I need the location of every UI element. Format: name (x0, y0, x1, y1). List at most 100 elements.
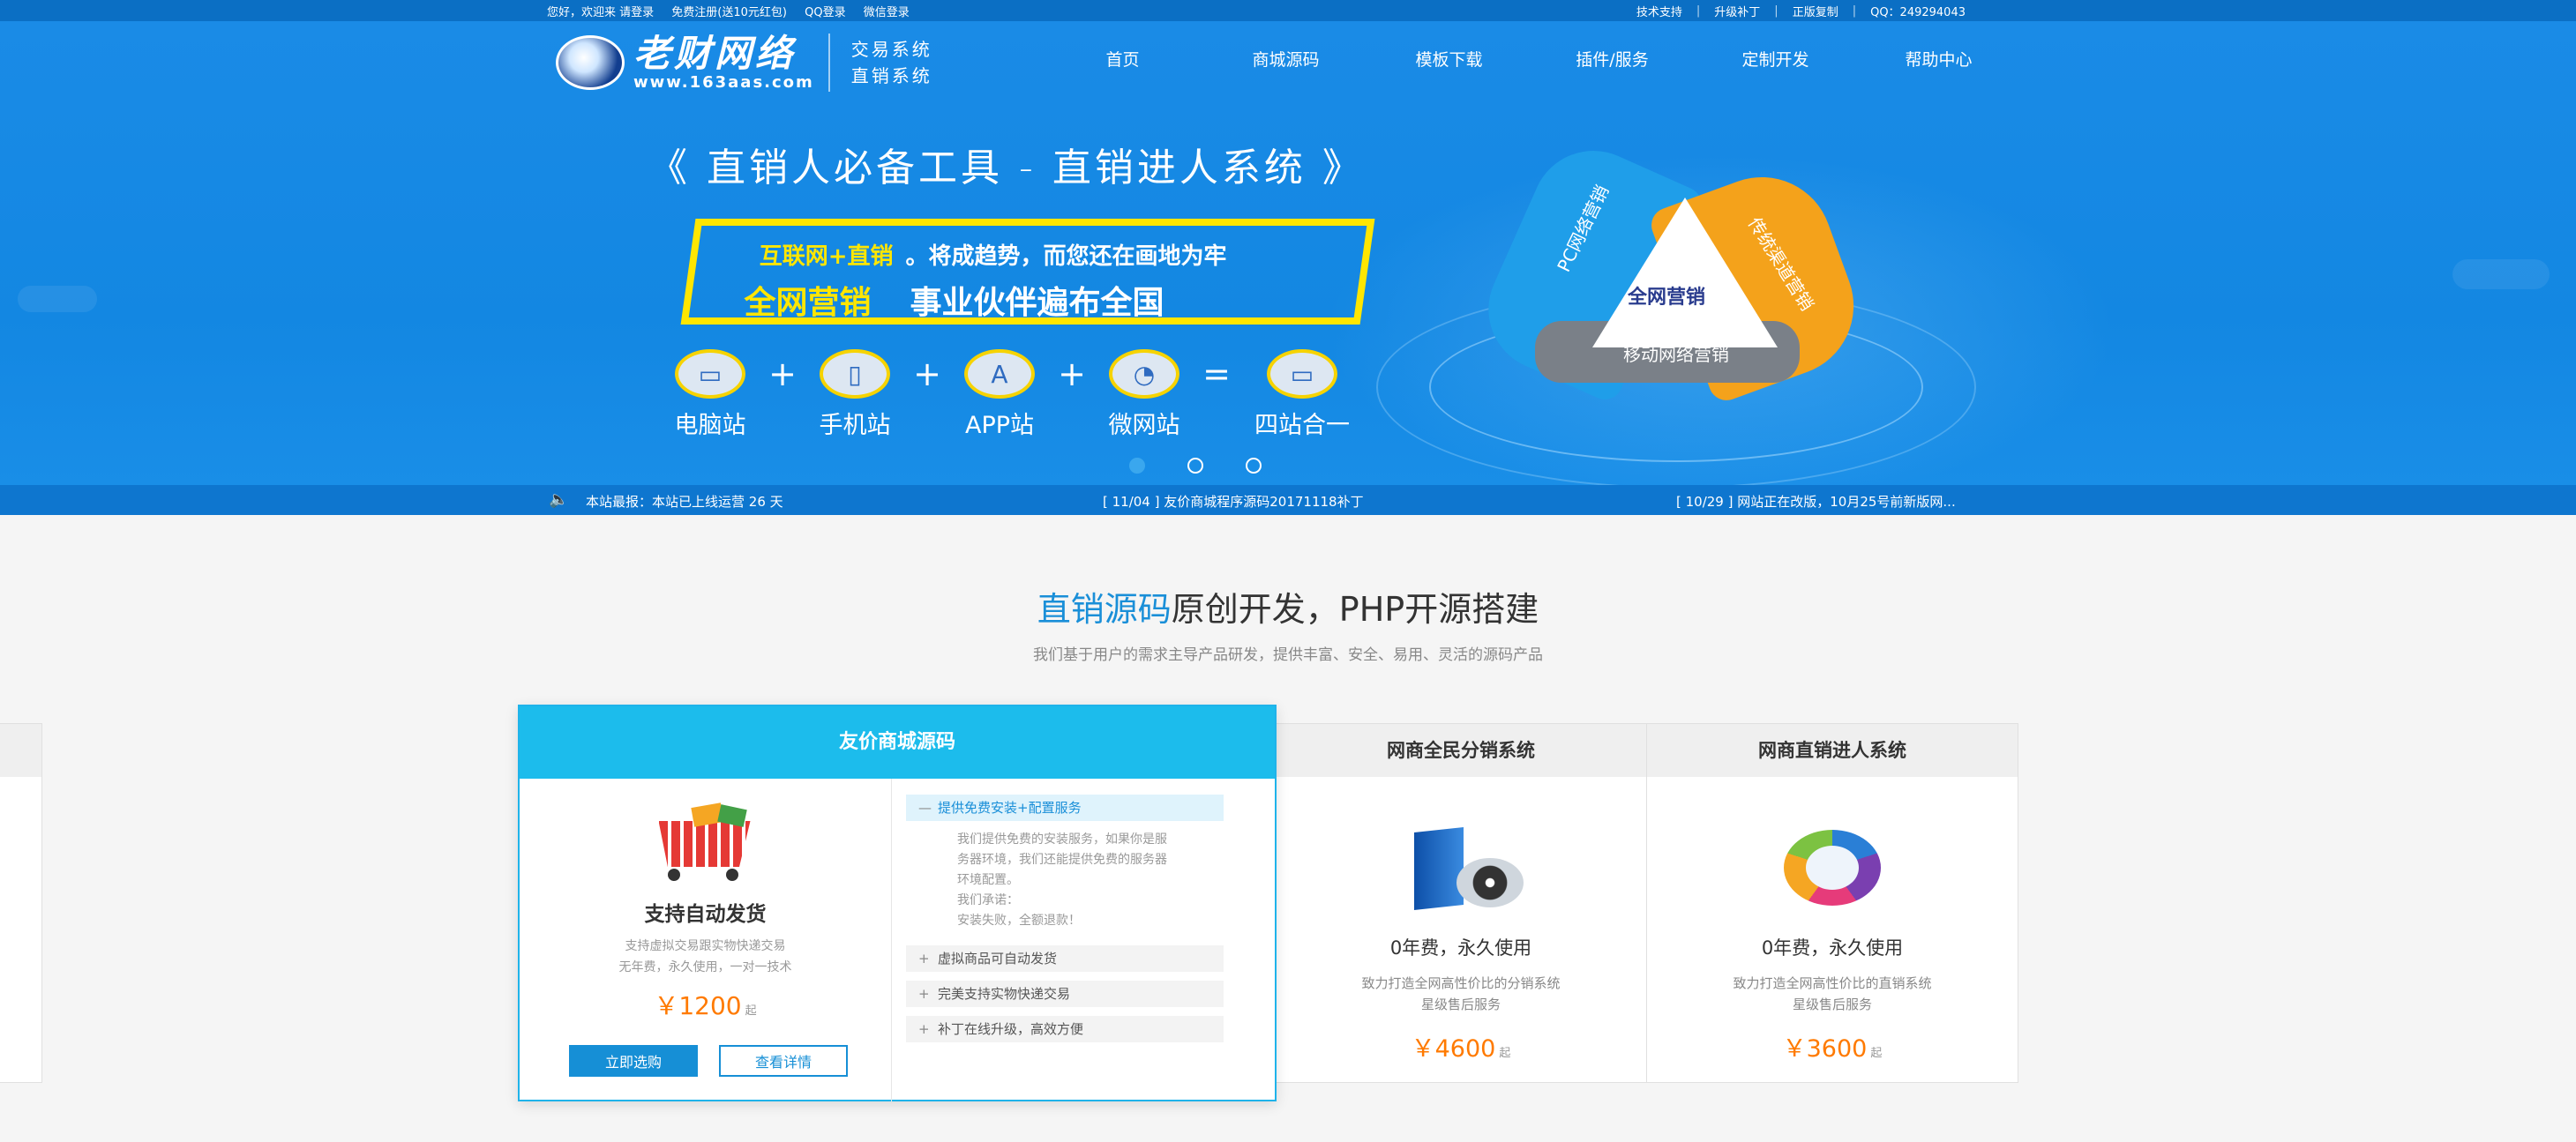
shopping-cart-icon (648, 802, 763, 884)
expand-icon: + (918, 1021, 930, 1037)
buy-now-button[interactable]: 立即选购 (569, 1045, 698, 1077)
carousel-dot-1[interactable] (1129, 458, 1145, 474)
expand-icon: + (918, 986, 930, 1002)
news-ticker: 🔈 本站最报：本站已上线运营 26 天 [ 11/04 ] 友价商城程序源码20… (0, 485, 2576, 515)
featured-desc-2: 无年费，永久使用，一对一技术 (618, 960, 792, 974)
logo-subtitle-2: 直销系统 (850, 65, 932, 86)
featured-product-card[interactable]: 友价商城源码 支持自动发货 支持虚拟交易跟实物快递交易 无年费，永久使用，一对一… (518, 705, 1277, 1101)
news-item[interactable]: [ 11/04 ] 友价商城程序源码20171118补丁 (1103, 492, 1364, 511)
headline-text-1: 。将成趋势，而您还在画地为牢 (905, 243, 1227, 270)
equals-operator: = (1202, 355, 1231, 393)
headline-highlight-1: 互联网+直销 (759, 243, 894, 270)
cycle-chart-image (1766, 830, 1898, 918)
app-store-icon: A (964, 349, 1035, 399)
site-wechat: ◔ 微网站 (1105, 349, 1184, 440)
plus-operator: + (913, 355, 941, 393)
separator: | (1774, 4, 1778, 18)
carousel-dot-2[interactable] (1187, 458, 1203, 474)
accordion-item[interactable]: + 补丁在线升级，高效方便 (906, 1016, 1224, 1042)
phone-icon: ▯ (820, 349, 890, 399)
banner-slogan: 《 直销人必备工具 - 直销进人系统 》 (648, 146, 1365, 190)
welcome-login-link[interactable]: 您好，欢迎来 请登录 (547, 6, 654, 19)
speaker-icon: 🔈 (549, 490, 569, 509)
card-price: ￥3600 起 (1782, 1035, 1883, 1063)
site-logo[interactable]: 老财网络 www.163aas.com 交易系统 直销系统 (556, 34, 932, 92)
site-app: A APP站 (960, 349, 1039, 440)
wechat-icon: ◔ (1109, 349, 1179, 399)
nav-plugins-services[interactable]: 插件/服务 (1531, 42, 1694, 78)
nav-help-center[interactable]: 帮助中心 (1857, 42, 2020, 78)
logo-url: www.163aas.com (633, 72, 814, 92)
banner-headline-box: 互联网+直销 。将成趋势，而您还在画地为牢 全网营销 事业伙伴遍布全国 (680, 219, 1375, 325)
expand-icon: + (918, 951, 930, 967)
section-title-rest: 原创开发，PHP开源搭建 (1171, 590, 1539, 629)
site-pc: ▭ 电脑站 (670, 349, 750, 440)
upgrade-patch-link[interactable]: 升级补丁 (1714, 3, 1760, 19)
nav-store-source[interactable]: 商城源码 (1204, 42, 1367, 78)
top-bar: 您好，欢迎来 请登录 免费注册(送10元红包) QQ登录 微信登录 技术支持 |… (0, 0, 2576, 21)
site-mobile: ▯ 手机站 (815, 349, 895, 440)
carousel-dot-3[interactable] (1246, 458, 1262, 474)
qq-number: QQ：249294043 (1870, 5, 1966, 19)
plus-operator: + (1058, 355, 1086, 393)
product-card[interactable]: 网商全民分销系统 0年费，永久使用 致力打造全网高性价比的分销系统 星级售后服务… (1275, 723, 1647, 1083)
nav-custom-dev[interactable]: 定制开发 (1694, 42, 1857, 78)
four-sites-row: ▭ 电脑站 + ▯ 手机站 + A APP站 + ◔ 微网站 = ▭ 四站合一 (670, 349, 1355, 440)
qq-login-link[interactable]: QQ登录 (805, 6, 845, 19)
featured-desc-1: 支持虚拟交易跟实物快递交易 (625, 939, 786, 953)
headline-text-2: 事业伙伴遍布全国 (910, 285, 1164, 321)
product-card[interactable]: 网商直销进人系统 0年费，永久使用 致力打造全网高性价比的直销系统 星级售后服务… (1646, 723, 2018, 1083)
card-service: 星级售后服务 (1420, 996, 1501, 1012)
top-bar-right: 技术支持 | 升级补丁 | 正版复制 | QQ：249294043 (1636, 3, 1980, 19)
accordion-item[interactable]: + 完美支持实物快递交易 (906, 981, 1224, 1007)
plus-operator: + (768, 355, 797, 393)
accordion-item[interactable]: + 虚拟商品可自动发货 (906, 945, 1224, 972)
genuine-copy-link[interactable]: 正版复制 (1793, 3, 1838, 19)
tech-support-link[interactable]: 技术支持 (1636, 3, 1682, 19)
headline-highlight-2: 全网营销 (744, 285, 872, 321)
main-nav: 首页 商城源码 模板下载 插件/服务 定制开发 帮助中心 (1041, 42, 2020, 78)
cloud-decoration (2452, 259, 2550, 289)
top-bar-left: 您好，欢迎来 请登录 免费注册(送10元红包) QQ登录 微信登录 (547, 3, 924, 19)
triangle-bottom-label: 移动网络营销 (1623, 344, 1729, 365)
hero-banner: 老财网络 www.163aas.com 交易系统 直销系统 首页 商城源码 模板… (0, 21, 2576, 515)
section-title: 直销源码原创开发，PHP开源搭建 (0, 582, 2576, 631)
nav-home[interactable]: 首页 (1041, 42, 1204, 78)
accordion-body: 我们提供免费的安装服务，如果你是服 务器环境，我们还能提供免费的服务器 环境配置… (957, 832, 1167, 928)
featured-card-title: 友价商城源码 (520, 706, 1275, 779)
card-price: ￥4600 起 (1411, 1035, 1511, 1063)
nav-template-download[interactable]: 模板下载 (1367, 42, 1531, 78)
featured-price: ￥1200 起 (654, 991, 757, 1020)
product-card-partial[interactable] (0, 723, 42, 1083)
section-title-highlight: 直销源码 (1037, 590, 1172, 629)
monitor-icon: ▭ (675, 349, 745, 399)
card-desc: 致力打造全网高性价比的分销系统 (1361, 975, 1561, 991)
news-item[interactable]: [ 10/29 ] 网站正在改版，10月25号前新版网... (1676, 492, 1956, 511)
card-desc: 致力打造全网高性价比的直销系统 (1733, 975, 1932, 991)
collapse-icon: — (918, 800, 932, 816)
accordion-item[interactable]: — 提供免费安装+配置服务 我们提供免费的安装服务，如果你是服 务器环境，我们还能… (906, 795, 1224, 937)
register-link[interactable]: 免费注册(送10元红包) (671, 6, 787, 19)
card-free-text: 0年费，永久使用 (1761, 937, 1904, 959)
news-item[interactable]: 本站最报：本站已上线运营 26 天 (586, 492, 783, 511)
feature-accordion: — 提供免费安装+配置服务 我们提供免费的安装服务，如果你是服 务器环境，我们还能… (906, 795, 1224, 1051)
card-title: 网商直销进人系统 (1647, 724, 2018, 777)
marketing-triangle-graphic: 全网营销 PC网络营销 传统渠道营销 移动网络营销 (1468, 131, 1874, 418)
devices-icon: ▭ (1267, 349, 1337, 399)
separator: | (1696, 4, 1701, 18)
logo-globe-icon (556, 35, 625, 90)
card-free-text: 0年费，永久使用 (1389, 937, 1532, 959)
triangle-center-label: 全网营销 (1628, 287, 1706, 309)
cloud-decoration (18, 286, 97, 312)
card-title: 网商全民分销系统 (1276, 724, 1646, 777)
featured-title: 支持自动发货 (644, 903, 767, 926)
logo-subtitle-1: 交易系统 (850, 39, 932, 60)
software-box-image (1395, 827, 1527, 918)
view-details-button[interactable]: 查看详情 (719, 1045, 848, 1077)
section-subtitle: 我们基于用户的需求主导产品研发，提供丰富、安全、易用、灵活的源码产品 (1033, 646, 1543, 664)
logo-brand-name: 老财网络 (633, 31, 797, 75)
wechat-login-link[interactable]: 微信登录 (864, 6, 910, 19)
site-all-in-one: ▭ 四站合一 (1249, 349, 1355, 440)
separator: | (1852, 4, 1857, 18)
carousel-dots (1129, 458, 1304, 474)
